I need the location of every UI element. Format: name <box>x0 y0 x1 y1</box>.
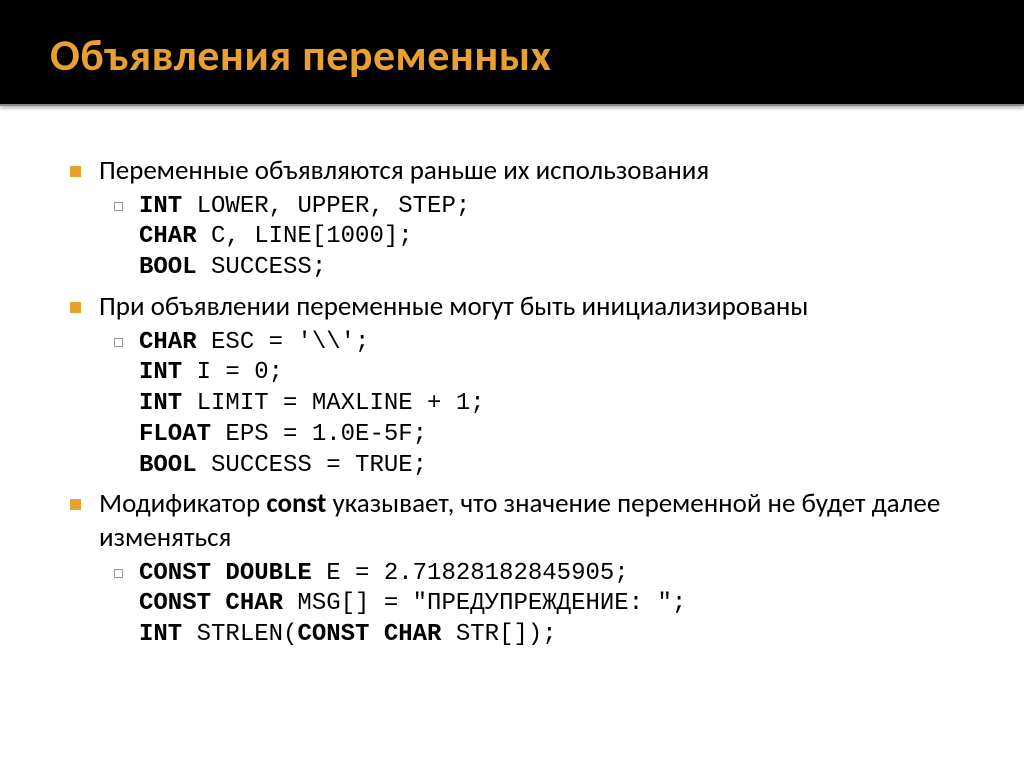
code-1: int lower, upper, step; char c, line[100… <box>139 192 470 284</box>
code-3: const double e = 2.71828182845905; const… <box>139 559 686 651</box>
bullet-icon <box>70 166 81 177</box>
slide-content: Переменные объявляются раньше их использ… <box>0 106 1024 687</box>
slide-header: Объявления переменных <box>0 0 1024 106</box>
sub-bullet-icon <box>114 338 123 347</box>
slide-title: Объявления переменных <box>50 28 974 82</box>
bullet-3: Модификатор const указывает, что значени… <box>70 487 964 555</box>
code-block-2: char esc = '\\'; int i = 0; int limit = … <box>114 328 964 482</box>
sub-bullet-icon <box>114 569 123 578</box>
code-2: char esc = '\\'; int i = 0; int limit = … <box>139 328 485 482</box>
bullet-icon <box>70 499 81 510</box>
bullet-2-text: При объявлении переменные могут быть ини… <box>99 290 808 324</box>
code-block-1: int lower, upper, step; char c, line[100… <box>114 192 964 284</box>
bullet-1-text: Переменные объявляются раньше их использ… <box>99 154 709 188</box>
sub-bullet-icon <box>114 202 123 211</box>
bullet-2: При объявлении переменные могут быть ини… <box>70 290 964 324</box>
code-block-3: const double e = 2.71828182845905; const… <box>114 559 964 651</box>
bullet-1: Переменные объявляются раньше их использ… <box>70 154 964 188</box>
bullet-3-text: Модификатор const указывает, что значени… <box>99 487 964 555</box>
bullet-icon <box>70 302 81 313</box>
